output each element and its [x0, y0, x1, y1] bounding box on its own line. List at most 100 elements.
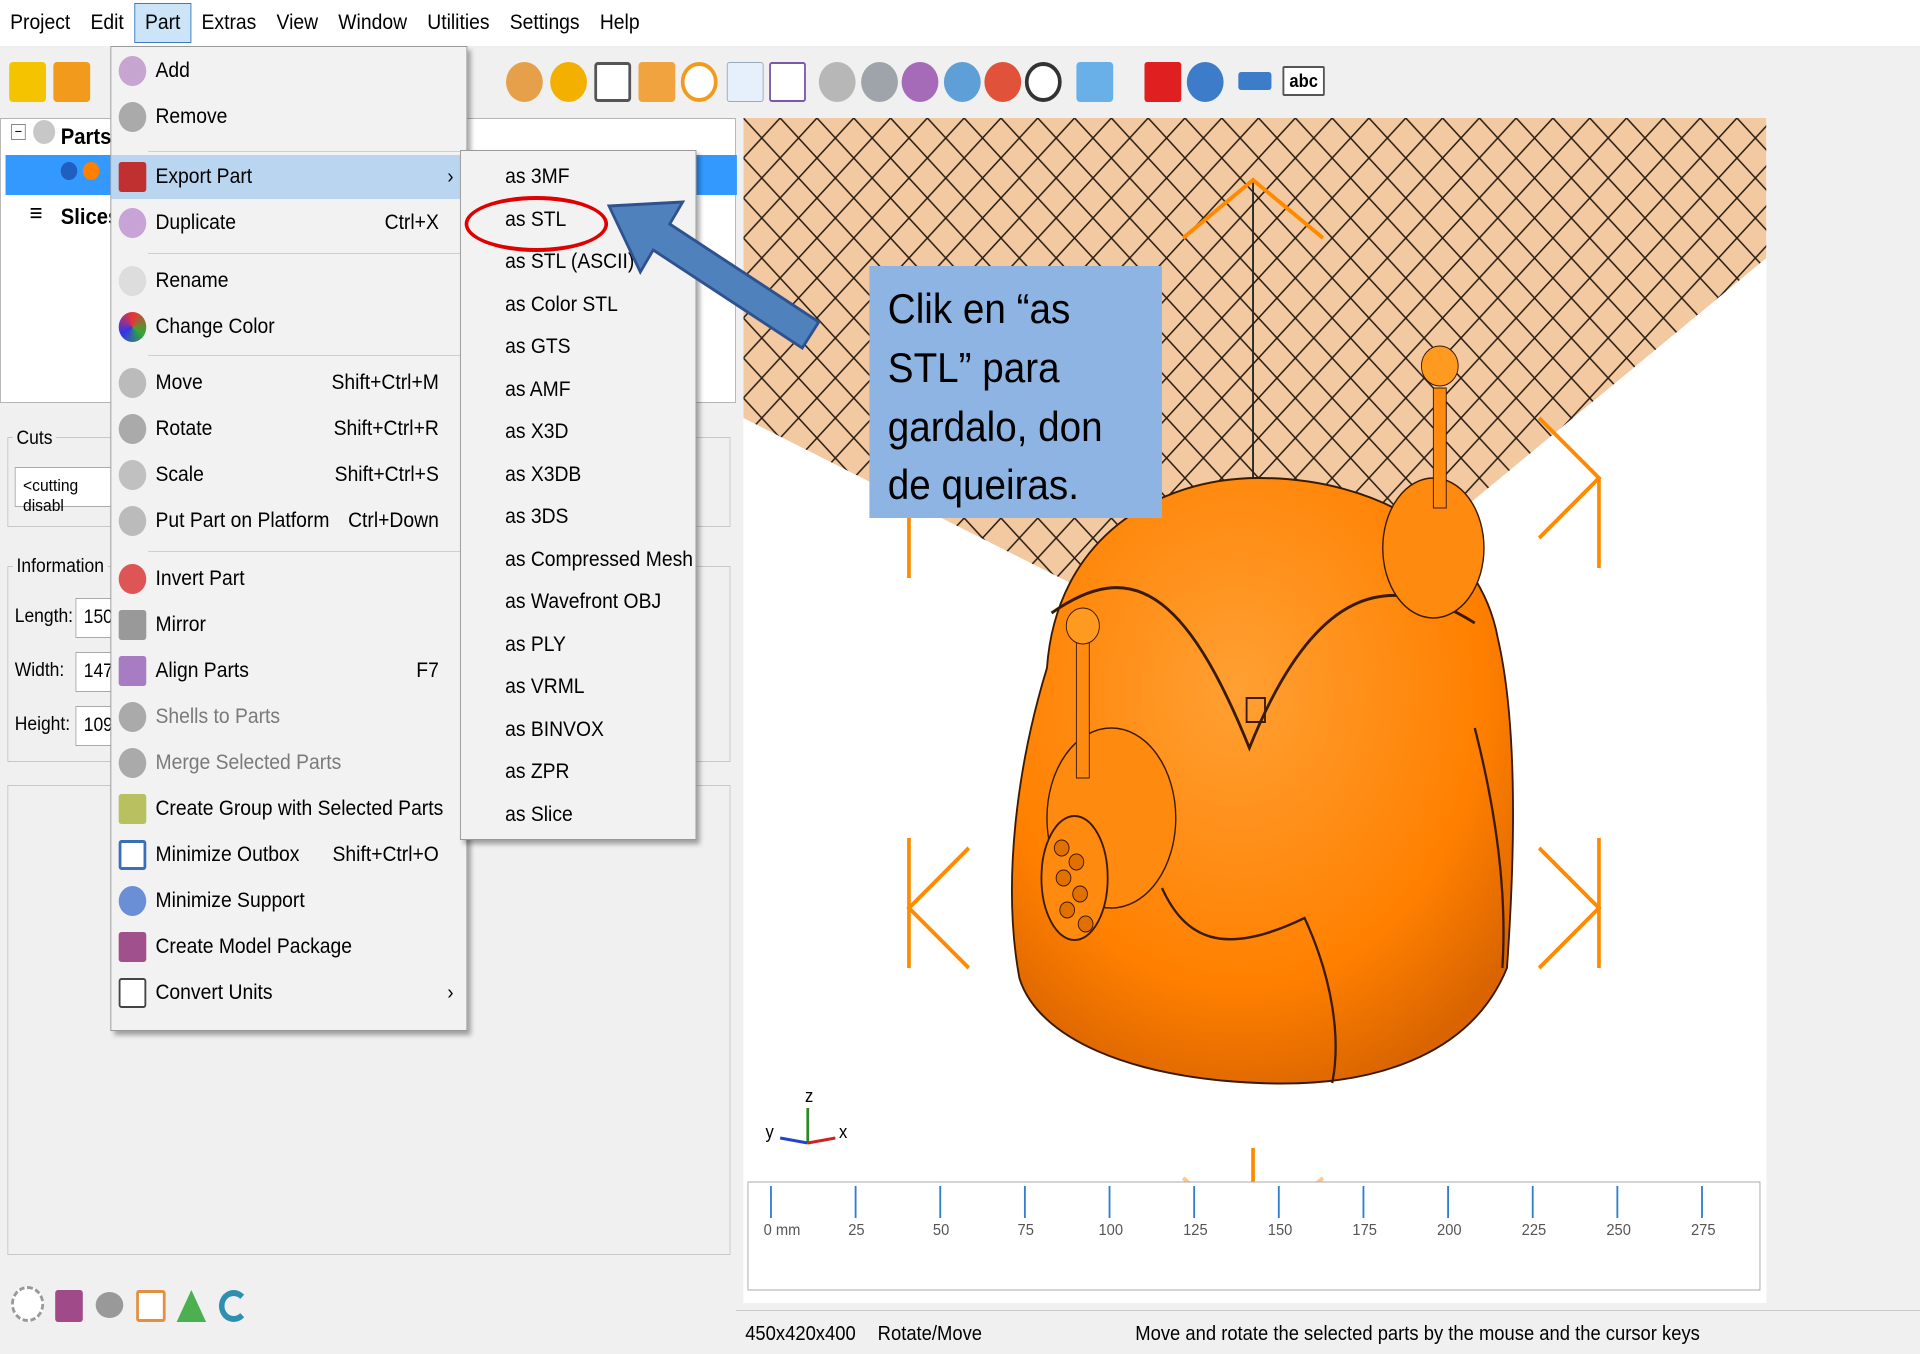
measure-tool-icon[interactable]	[1076, 62, 1114, 102]
menu-item-mirror[interactable]: Mirror	[111, 603, 466, 647]
tree-parts-label[interactable]: Parts	[61, 124, 112, 150]
menu-item-invert-part[interactable]: Invert Part	[111, 557, 466, 601]
menu-item-scale[interactable]: Scale Shift+Ctrl+S	[111, 453, 466, 497]
box-view-icon[interactable]	[638, 62, 676, 102]
mirror-icon	[118, 610, 147, 640]
ruler-label: 200	[1437, 1222, 1462, 1239]
callout-line: STL” para	[887, 343, 1060, 391]
export-as-vrml[interactable]: as VRML	[505, 675, 584, 699]
menu-item-duplicate[interactable]: Duplicate Ctrl+X	[111, 201, 466, 245]
part-visibility-icon[interactable]	[60, 162, 78, 180]
annotation-arrow	[606, 200, 821, 351]
ruler-icon[interactable]	[1238, 72, 1272, 90]
ruler-label: 0 mm	[763, 1222, 801, 1239]
solid-view-icon[interactable]	[550, 62, 587, 102]
menu-item-align-parts[interactable]: Align Parts F7	[111, 649, 466, 693]
tree-collapse-icon[interactable]: −	[11, 124, 26, 140]
part-color-icon[interactable]	[82, 162, 100, 180]
menu-utilities[interactable]: Utilities	[417, 3, 500, 43]
ruler-label: 25	[848, 1222, 865, 1239]
axis-tool-icon[interactable]	[769, 62, 806, 102]
add-shapes-icon[interactable]	[53, 62, 91, 102]
export-as-ply[interactable]: as PLY	[505, 633, 566, 657]
menu-item-minimize-outbox[interactable]: Minimize Outbox Shift+Ctrl+O	[111, 833, 466, 877]
menu-part[interactable]: Part	[133, 3, 192, 43]
highlight-ring	[464, 196, 609, 252]
export-icon	[118, 162, 147, 192]
text-label-icon[interactable]: abc	[1282, 66, 1325, 96]
cuts-select[interactable]: <cutting disabl	[14, 467, 126, 515]
ruler-label: 50	[932, 1222, 950, 1239]
ruler-label: 150	[1267, 1222, 1293, 1239]
export-as-binvox[interactable]: as BINVOX	[505, 718, 604, 742]
section-tool-icon[interactable]	[1024, 62, 1062, 102]
menu-edit[interactable]: Edit	[80, 3, 134, 43]
sphere-icon[interactable]	[95, 1292, 124, 1318]
platform-tool-icon[interactable]	[943, 62, 981, 102]
menu-item-remove[interactable]: Remove	[111, 95, 466, 139]
rename-icon	[118, 266, 147, 296]
menu-item-export-part[interactable]: Export Part ›	[111, 155, 467, 199]
menu-project[interactable]: Project	[0, 3, 80, 43]
merge-icon	[118, 748, 147, 778]
ruler-label: 125	[1183, 1222, 1208, 1239]
refresh-icon[interactable]	[218, 1290, 249, 1322]
export-as-x3db[interactable]: as X3DB	[505, 463, 581, 487]
export-as-3mf[interactable]: as 3MF	[505, 165, 569, 189]
export-as-wavefront-obj[interactable]: as Wavefront OBJ	[505, 590, 661, 614]
menu-item-change-color[interactable]: Change Color	[111, 305, 466, 349]
menu-item-rotate[interactable]: Rotate Shift+Ctrl+R	[111, 407, 466, 451]
axis-x-label: x	[839, 1122, 848, 1142]
bbox-right-arrow	[1537, 846, 1602, 970]
menu-item-convert-units[interactable]: Convert Units ›	[111, 971, 466, 1015]
export-as-amf[interactable]: as AMF	[505, 378, 570, 402]
ruler-label: 225	[1521, 1222, 1547, 1239]
export-as-3ds[interactable]: as 3DS	[505, 505, 568, 529]
bbox-left-arrow	[906, 846, 971, 970]
package-icon	[118, 932, 147, 962]
parts-icon	[33, 120, 56, 144]
menu-item-rename[interactable]: Rename	[111, 259, 466, 303]
platform-icon	[118, 506, 147, 536]
rotate-icon	[118, 414, 147, 444]
export-as-x3d[interactable]: as X3D	[505, 420, 568, 444]
zoom-icon[interactable]	[680, 62, 718, 102]
support-icon	[118, 886, 147, 916]
wireframe-icon[interactable]	[594, 62, 632, 102]
submenu-arrow-icon: ›	[447, 165, 454, 188]
move-tool-icon[interactable]	[818, 62, 856, 102]
menu-item-add[interactable]: Add	[111, 49, 466, 93]
fix-icon[interactable]	[1186, 62, 1224, 102]
menu-item-move[interactable]: Move Shift+Ctrl+M	[111, 361, 466, 405]
menu-item-merge-selected[interactable]: Merge Selected Parts	[111, 741, 466, 785]
menu-item-shells-to-parts[interactable]: Shells to Parts	[111, 695, 466, 739]
menu-item-create-group[interactable]: Create Group with Selected Parts	[111, 787, 466, 831]
export-as-compressed-mesh[interactable]: as Compressed Mesh	[505, 548, 693, 572]
scale-tool-icon[interactable]	[901, 62, 939, 102]
menu-item-minimize-support[interactable]: Minimize Support	[111, 879, 466, 923]
ruler-label: 175	[1352, 1222, 1377, 1239]
instruction-callout: Clik en “as STL” para gardalo, don de qu…	[869, 266, 1162, 518]
menu-item-create-model-package[interactable]: Create Model Package	[111, 925, 466, 969]
menu-extras[interactable]: Extras	[191, 3, 266, 43]
menu-item-put-on-platform[interactable]: Put Part on Platform Ctrl+Down	[111, 499, 466, 543]
ruler-label: 75	[1017, 1222, 1034, 1239]
shading-icon[interactable]	[506, 62, 543, 102]
export-as-gts[interactable]: as GTS	[505, 335, 570, 359]
export-as-zpr[interactable]: as ZPR	[505, 760, 569, 784]
open-project-icon[interactable]	[9, 62, 46, 102]
menu-settings[interactable]: Settings	[500, 3, 590, 43]
settings-gear-icon[interactable]	[11, 1286, 45, 1322]
menu-help[interactable]: Help	[590, 3, 650, 43]
width-label: Width:	[14, 660, 65, 681]
menu-view[interactable]: View	[266, 3, 328, 43]
export-as-slice[interactable]: as Slice	[505, 803, 573, 827]
box-icon[interactable]	[55, 1290, 83, 1322]
cut-tool-icon[interactable]	[984, 62, 1022, 102]
add-support-icon[interactable]	[1144, 62, 1182, 102]
frame-icon[interactable]	[136, 1290, 166, 1322]
menu-window[interactable]: Window	[328, 3, 417, 43]
select-cursor-icon[interactable]	[726, 62, 764, 102]
status-mode: Rotate/Move	[877, 1323, 982, 1345]
rotate-tool-icon[interactable]	[861, 62, 898, 102]
